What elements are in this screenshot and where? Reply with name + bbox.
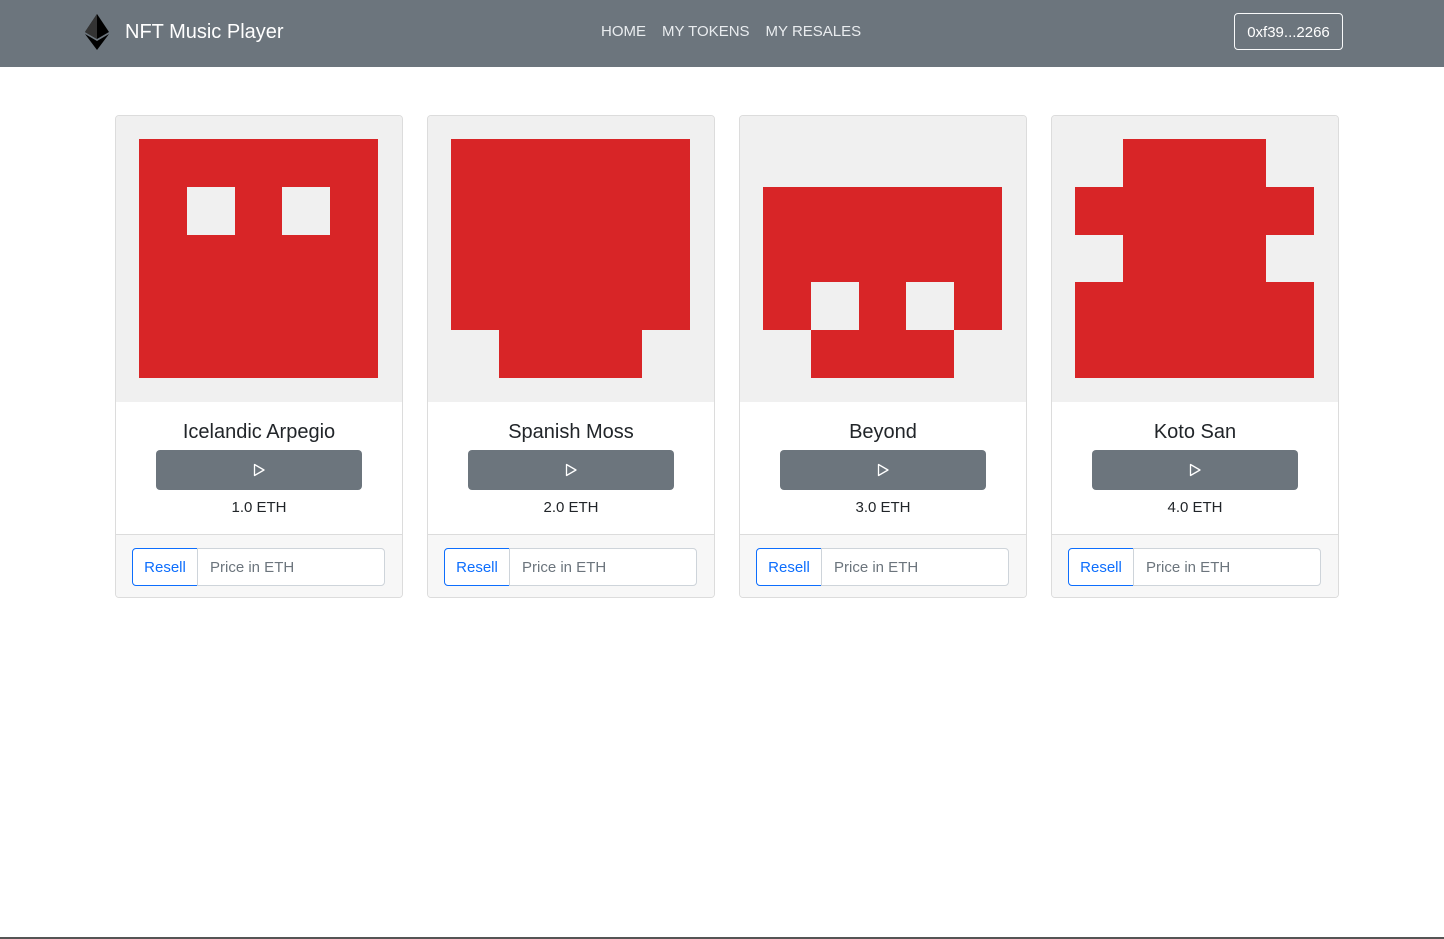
token-title: Beyond bbox=[849, 421, 917, 443]
brand-title: NFT Music Player bbox=[125, 20, 284, 43]
account-button[interactable]: 0xf39...2266 bbox=[1234, 13, 1343, 50]
token-card: Icelandic Arpegio 1.0 ETH Resell bbox=[115, 115, 403, 598]
card-footer: Resell bbox=[740, 534, 1026, 597]
token-artwork bbox=[116, 116, 402, 402]
play-icon bbox=[1189, 463, 1201, 477]
token-price: 4.0 ETH bbox=[1167, 499, 1223, 516]
token-artwork bbox=[428, 116, 714, 402]
token-price: 2.0 ETH bbox=[543, 499, 599, 516]
token-card: Koto San 4.0 ETH Resell bbox=[1051, 115, 1339, 598]
price-input[interactable] bbox=[1133, 548, 1321, 586]
token-title: Spanish Moss bbox=[508, 421, 634, 443]
play-icon bbox=[253, 463, 265, 477]
resell-button[interactable]: Resell bbox=[1068, 548, 1134, 586]
play-button[interactable] bbox=[780, 450, 986, 490]
token-grid: Icelandic Arpegio 1.0 ETH Resell Spanish… bbox=[115, 115, 1339, 599]
token-card: Beyond 3.0 ETH Resell bbox=[739, 115, 1027, 598]
brand-link[interactable]: NFT Music Player bbox=[84, 14, 284, 50]
price-input[interactable] bbox=[197, 548, 385, 586]
card-footer: Resell bbox=[428, 534, 714, 597]
play-icon bbox=[565, 463, 577, 477]
nav-my-tokens[interactable]: MY TOKENS bbox=[654, 21, 758, 43]
token-price: 1.0 ETH bbox=[231, 499, 287, 516]
play-icon bbox=[877, 463, 889, 477]
main-nav: HOME MY TOKENS MY RESALES bbox=[593, 21, 869, 43]
token-card: Spanish Moss 2.0 ETH Resell bbox=[427, 115, 715, 598]
resell-button[interactable]: Resell bbox=[132, 548, 198, 586]
token-artwork bbox=[1052, 116, 1338, 402]
resell-button[interactable]: Resell bbox=[444, 548, 510, 586]
nav-home[interactable]: HOME bbox=[593, 21, 654, 43]
token-title: Koto San bbox=[1153, 421, 1237, 443]
play-button[interactable] bbox=[1092, 450, 1298, 490]
price-input[interactable] bbox=[509, 548, 697, 586]
price-input[interactable] bbox=[821, 548, 1009, 586]
card-footer: Resell bbox=[116, 534, 402, 597]
token-artwork bbox=[740, 116, 1026, 402]
navbar: NFT Music Player HOME MY TOKENS MY RESAL… bbox=[0, 0, 1444, 67]
play-button[interactable] bbox=[468, 450, 674, 490]
play-button[interactable] bbox=[156, 450, 362, 490]
resell-button[interactable]: Resell bbox=[756, 548, 822, 586]
ethereum-icon bbox=[85, 14, 109, 50]
card-footer: Resell bbox=[1052, 534, 1338, 597]
token-price: 3.0 ETH bbox=[855, 499, 911, 516]
token-title: Icelandic Arpegio bbox=[182, 421, 336, 443]
nav-my-resales[interactable]: MY RESALES bbox=[758, 21, 870, 43]
